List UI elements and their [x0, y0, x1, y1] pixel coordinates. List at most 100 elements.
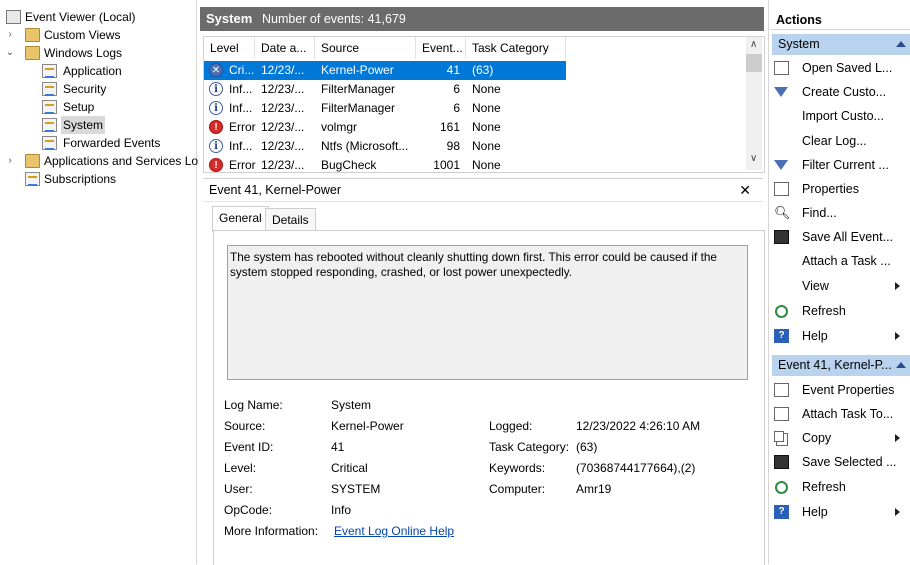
more-information-label: More Information:	[224, 524, 319, 538]
cell-date: 12/23/...	[261, 158, 305, 172]
event-viewer-icon	[6, 10, 21, 24]
cell-event: 6	[453, 101, 460, 115]
keywords-label: Keywords:	[489, 461, 546, 475]
event-list: Level Date a... Source Event... Task Cat…	[203, 36, 765, 173]
cell-event: 6	[453, 82, 460, 96]
navigation-tree: Event Viewer (Local) › Custom Views ⌄ Wi…	[0, 0, 198, 564]
chevron-right-icon[interactable]: ›	[4, 26, 16, 44]
chevron-right-icon[interactable]: ›	[4, 152, 16, 170]
error-icon: !	[209, 158, 223, 172]
collapse-icon[interactable]	[896, 41, 906, 47]
action-label: Attach Task To...	[802, 407, 894, 421]
folder-icon	[25, 46, 40, 60]
action-label: View	[802, 279, 829, 293]
action-label: Attach a Task ...	[802, 254, 891, 268]
cell-level: Error	[229, 158, 256, 172]
column-header-source[interactable]: Source	[315, 37, 416, 59]
event-count: Number of events: 41,679	[262, 12, 406, 26]
column-header-event-id[interactable]: Event...	[416, 37, 466, 59]
cell-event: 1001	[433, 158, 460, 172]
actions-group-event[interactable]: Event 41, Kernel-P...	[772, 355, 910, 376]
cell-level: Inf...	[229, 82, 253, 96]
scroll-up-icon[interactable]: ∧	[750, 39, 757, 50]
level-label: Level:	[224, 461, 257, 475]
refresh-icon	[775, 305, 788, 318]
cell-event: 41	[446, 63, 460, 77]
critical-icon: ✕	[209, 63, 223, 77]
cell-source: volmgr	[321, 120, 358, 134]
table-row[interactable]: ! Error 12/23/... volmgr 161 None	[204, 118, 566, 137]
tab-details[interactable]: Details	[265, 208, 316, 231]
task-category-label: Task Category:	[489, 440, 570, 454]
cell-source: FilterManager	[321, 82, 396, 96]
user-value: SYSTEM	[331, 482, 381, 496]
document-icon	[774, 61, 789, 75]
scroll-down-icon[interactable]: ∨	[750, 153, 757, 164]
column-header-date[interactable]: Date a...	[255, 37, 315, 59]
cell-date: 12/23/...	[261, 82, 305, 96]
action-label: Refresh	[802, 304, 846, 318]
event-id-value: 41	[331, 440, 345, 454]
chevron-down-icon[interactable]: ⌄	[4, 44, 16, 62]
event-description[interactable]: The system has rebooted without cleanly …	[227, 245, 748, 380]
source-label: Source:	[224, 419, 266, 433]
filter-icon	[774, 87, 788, 97]
keywords-value: (70368744177664),(2)	[576, 461, 696, 475]
actions-group-system[interactable]: System	[772, 34, 910, 55]
action-label: Import Custo...	[802, 109, 884, 123]
event-id-label: Event ID:	[224, 440, 274, 454]
collapse-icon[interactable]	[896, 362, 906, 368]
cell-level: Cri...	[229, 63, 255, 77]
submenu-arrow-icon	[895, 508, 900, 516]
opcode-value: Info	[331, 503, 352, 517]
submenu-arrow-icon	[895, 282, 900, 290]
computer-label: Computer:	[489, 482, 546, 496]
close-icon[interactable]: ✕	[739, 179, 751, 201]
refresh-icon	[775, 481, 788, 494]
cell-date: 12/23/...	[261, 120, 305, 134]
cell-task: None	[472, 101, 501, 115]
cell-level: Inf...	[229, 139, 253, 153]
log-icon	[42, 136, 57, 150]
logged-value: 12/23/2022 4:26:10 AM	[576, 419, 701, 433]
logged-label: Logged:	[489, 419, 533, 433]
tab-general[interactable]: General	[212, 206, 269, 232]
cell-task: None	[472, 139, 501, 153]
action-label: Save Selected ...	[802, 455, 897, 469]
table-row[interactable]: i Inf... 12/23/... FilterManager 6 None	[204, 80, 566, 99]
error-icon: !	[209, 120, 223, 134]
actions-group-label: Event 41, Kernel-P...	[778, 358, 892, 372]
cell-date: 12/23/...	[261, 139, 305, 153]
action-label: Save All Event...	[802, 230, 894, 244]
document-icon	[774, 182, 789, 196]
scroll-thumb[interactable]	[746, 54, 762, 72]
folder-icon	[25, 28, 40, 42]
binoculars-icon: 🔍︎	[774, 205, 791, 220]
action-label: Properties	[802, 182, 859, 196]
table-row[interactable]: ! Error 12/23/... BugCheck 1001 None	[204, 156, 566, 172]
table-row[interactable]: i Inf... 12/23/... Ntfs (Microsoft... 98 None	[204, 137, 566, 156]
info-icon: i	[209, 82, 223, 96]
cell-source: Ntfs (Microsoft...	[321, 139, 409, 153]
log-name-value: System	[331, 398, 372, 412]
copy-icon	[774, 431, 784, 442]
cell-event: 98	[446, 139, 460, 153]
source-value: Kernel-Power	[331, 419, 404, 433]
actions-group-label: System	[778, 37, 820, 51]
table-row[interactable]: i Inf... 12/23/... FilterManager 6 None	[204, 99, 566, 118]
cell-event: 161	[439, 120, 460, 134]
event-log-online-help-link[interactable]: Event Log Online Help	[334, 524, 454, 538]
log-name-label: Log Name:	[224, 398, 283, 412]
action-label: Open Saved L...	[802, 61, 893, 75]
computer-value: Amr19	[576, 482, 612, 496]
cell-task: (63)	[472, 63, 494, 77]
cell-task: None	[472, 82, 501, 96]
submenu-arrow-icon	[895, 434, 900, 442]
log-icon	[42, 64, 57, 78]
log-title: System	[206, 11, 253, 26]
column-header-level[interactable]: Level	[204, 37, 255, 59]
column-header-task-category[interactable]: Task Category	[466, 37, 566, 59]
actions-title: Actions	[770, 10, 910, 30]
table-row[interactable]: ✕ Cri... 12/23/... Kernel-Power 41 (63)	[204, 61, 566, 80]
action-label: Help	[802, 329, 828, 343]
